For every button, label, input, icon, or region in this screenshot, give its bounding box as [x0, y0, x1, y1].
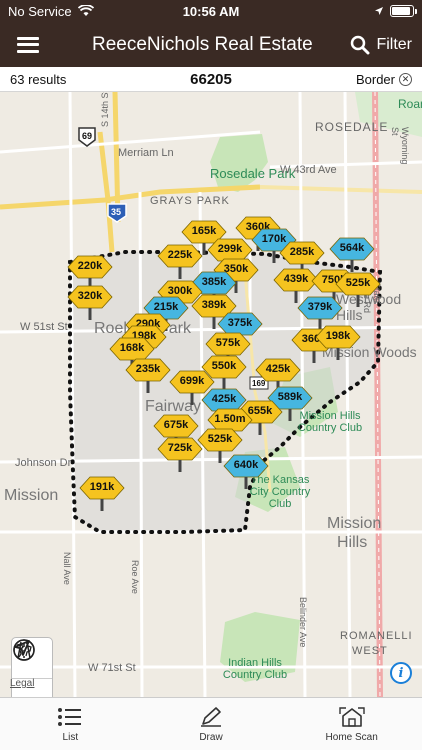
romanelli-west-label: WEST	[352, 645, 388, 657]
wyoming-label: Wyoming St	[390, 127, 410, 165]
listing-marker[interactable]: 725k	[156, 437, 204, 472]
listing-price: 675k	[163, 419, 189, 431]
app-title: ReeceNichols Real Estate	[92, 33, 313, 55]
listing-price: 225k	[167, 249, 193, 261]
mission-hills-label-a: Mission	[327, 515, 382, 532]
list-icon	[58, 707, 82, 726]
nall-label: Nall Ave	[62, 552, 72, 585]
merriam-ln-label: Merriam Ln	[118, 147, 174, 159]
listing-marker[interactable]: 220k	[66, 255, 114, 290]
listing-marker[interactable]: 285k	[278, 241, 326, 276]
border-toggle[interactable]: Border ✕	[356, 72, 412, 87]
globe-icon	[13, 639, 35, 661]
romanelli-label: ROMANELLI	[340, 630, 413, 642]
listing-price: 525k	[345, 277, 371, 289]
results-count: 63 results	[10, 71, 67, 87]
highway-35-label: 35	[111, 207, 122, 217]
w71st-label: W 71st St	[88, 662, 136, 674]
listing-price: 575k	[215, 337, 241, 349]
tab-home-scan-label: Home Scan	[325, 731, 378, 743]
listing-price: 725k	[167, 442, 193, 454]
listing-price: 220k	[77, 260, 103, 272]
listing-marker[interactable]: 198k	[314, 325, 362, 360]
listing-marker[interactable]: 379k	[296, 296, 344, 331]
indian-hills-cc-label: Indian Hills Country Club	[222, 657, 288, 681]
roan-label: Roan	[398, 97, 422, 111]
filter-button[interactable]: Filter	[350, 35, 422, 55]
listing-marker[interactable]: 564k	[328, 237, 376, 272]
listing-price: 285k	[289, 246, 315, 258]
listing-marker[interactable]: 235k	[124, 358, 172, 393]
filter-label: Filter	[376, 35, 412, 53]
listing-marker[interactable]: 320k	[66, 285, 114, 320]
menu-button[interactable]	[0, 22, 56, 67]
close-icon: ✕	[399, 72, 412, 86]
listing-price: 198k	[325, 330, 351, 342]
results-bar: 63 results 66205 Border ✕	[0, 67, 422, 92]
roe-label: Roe Ave	[130, 560, 140, 594]
listing-price: 191k	[89, 481, 115, 493]
listing-price: 320k	[77, 290, 103, 302]
listing-price: 165k	[191, 225, 217, 237]
listing-price: 425k	[265, 363, 291, 375]
mission-label: Mission	[4, 487, 59, 504]
listing-marker[interactable]: 191k	[78, 476, 126, 511]
status-bar: No Service 10:56 AM	[0, 0, 422, 22]
search-icon	[351, 35, 370, 54]
map-view[interactable]: 69 35 169 ROSEDALE Rosedale Park GRAYS P…	[0, 92, 422, 697]
tab-home-scan[interactable]: Home Scan	[281, 698, 422, 750]
legal-link[interactable]: Legal	[10, 678, 34, 689]
grays-park-label: GRAYS PARK	[150, 195, 230, 207]
home-scan-icon	[338, 706, 365, 727]
listing-price: 699k	[179, 375, 205, 387]
pencil-icon	[201, 706, 221, 727]
listing-price: 564k	[339, 242, 365, 254]
wifi-icon	[77, 5, 94, 16]
battery-icon	[390, 5, 417, 17]
w43rd-label: W 43rd Ave	[280, 164, 337, 176]
listing-price: 375k	[227, 317, 253, 329]
listing-marker[interactable]: 225k	[156, 244, 204, 279]
tab-draw-label: Draw	[199, 731, 223, 743]
w51st-label: W 51st St	[20, 321, 68, 333]
highway-69-label: 69	[82, 131, 93, 141]
tab-list-label: List	[62, 731, 79, 743]
tab-bar: List Draw Home Scan	[0, 697, 422, 750]
listing-price: 640k	[233, 459, 259, 471]
listing-price: 299k	[217, 243, 243, 255]
carrier-label: No Service	[8, 3, 72, 19]
listing-price: 235k	[135, 363, 161, 375]
listing-price: 389k	[201, 299, 227, 311]
mission-hills-label-b: Hills	[337, 534, 368, 551]
listing-price: 379k	[307, 301, 333, 313]
johnson-dr-label: Johnson Dr	[15, 457, 72, 469]
belinder-label: Belinder Ave	[298, 597, 308, 648]
info-button[interactable]: i	[390, 662, 412, 684]
border-label: Border	[355, 71, 395, 87]
listing-price: 1.50m	[214, 413, 246, 425]
location-arrow-icon	[375, 7, 383, 15]
app-header: ReeceNichols Real Estate Filter	[0, 22, 422, 67]
s14th-label: S 14th St	[100, 92, 110, 127]
listing-price: 215k	[153, 301, 179, 313]
hamburger-icon	[17, 36, 39, 53]
rosedale-label: ROSEDALE	[315, 120, 389, 134]
tab-draw[interactable]: Draw	[141, 698, 282, 750]
tab-list[interactable]: List	[0, 698, 141, 750]
listing-marker[interactable]: 525k	[334, 272, 382, 307]
listing-marker[interactable]: 425k	[254, 358, 302, 393]
listing-price: 168k	[119, 342, 145, 354]
listing-marker[interactable]: 640k	[222, 454, 270, 489]
